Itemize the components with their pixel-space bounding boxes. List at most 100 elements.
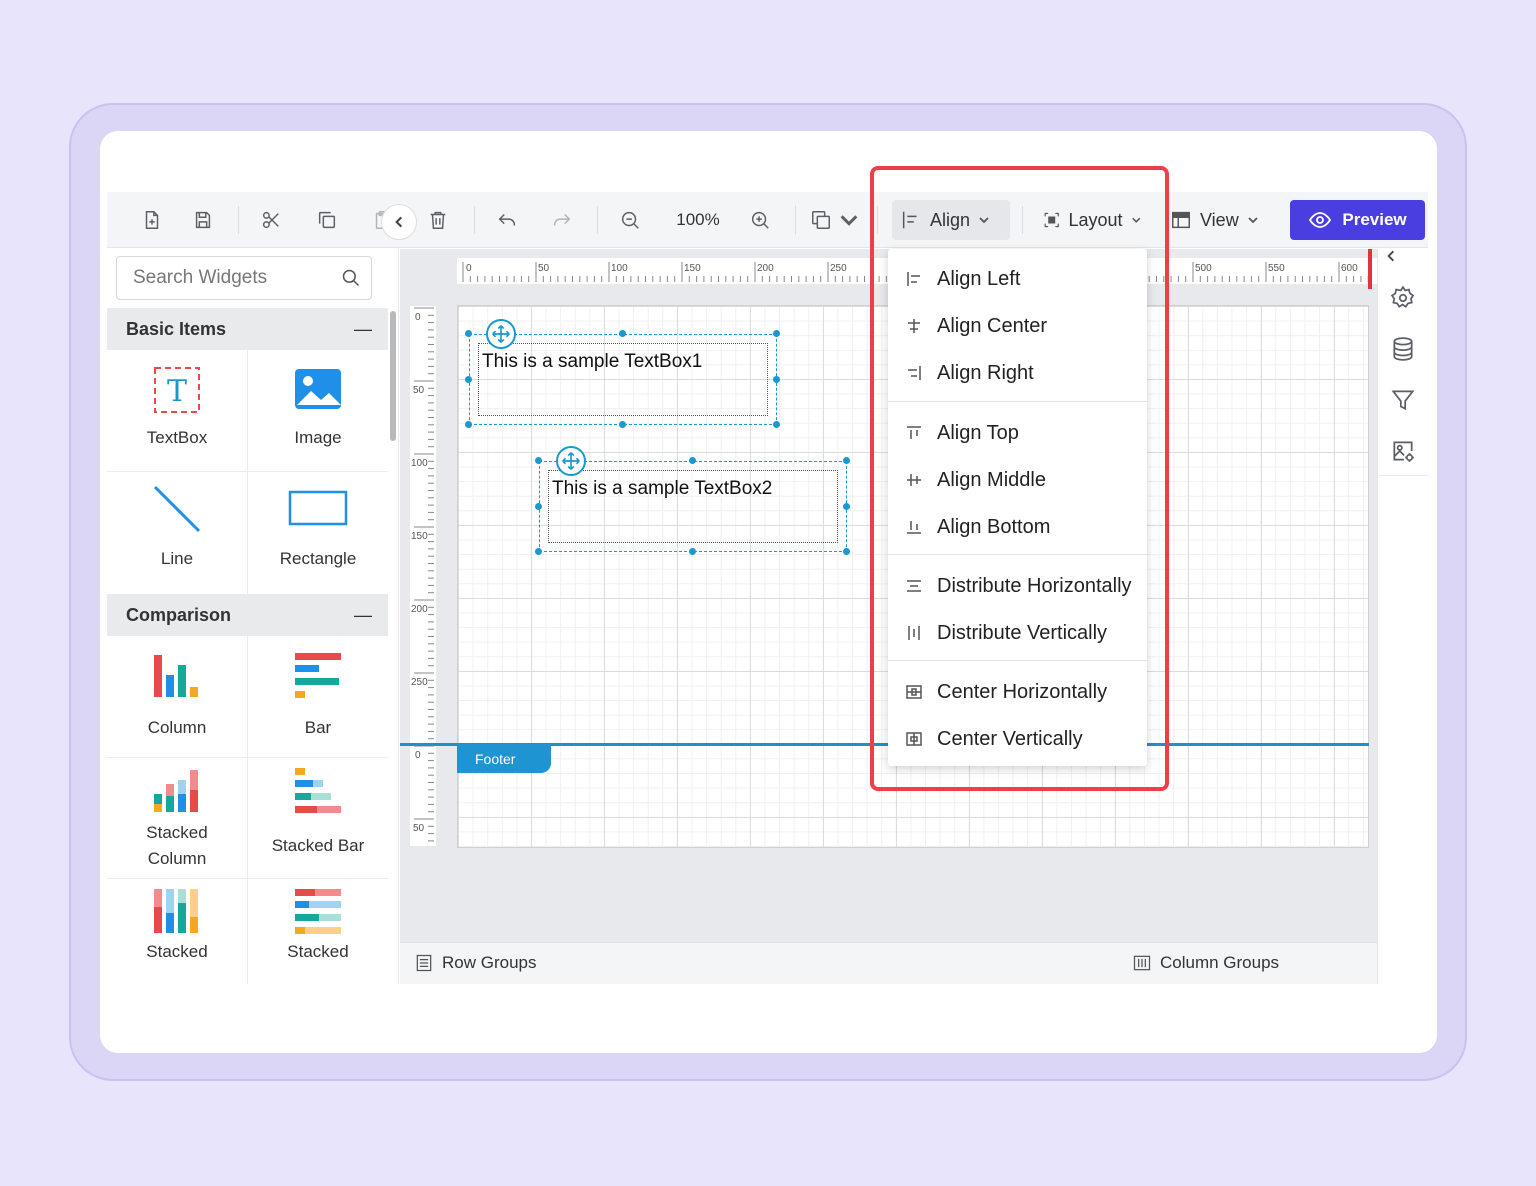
tile-divider [107,471,388,472]
resize-handle[interactable] [535,457,542,464]
ruler-label: 250 [830,263,847,274]
image-settings-icon[interactable] [1390,438,1416,464]
widget-stacked-column[interactable]: Stacked Column [107,766,247,872]
align-dropdown[interactable]: Align [892,200,1010,240]
layout-dropdown[interactable]: Layout [1035,200,1149,240]
resize-handle[interactable] [773,421,780,428]
search-icon[interactable] [341,268,361,288]
new-file-icon[interactable] [134,202,170,238]
menu-item-align-middle[interactable]: Align Middle [888,458,1147,502]
menu-item-align-center[interactable]: Align Center [888,304,1147,348]
menu-divider [888,554,1147,555]
widget-stacked-100-bar[interactable]: Stacked [248,887,388,965]
distribute-vertically-icon [908,626,920,640]
cut-icon[interactable] [253,202,289,238]
properties-sidebar [1377,249,1428,984]
toolbar-divider [877,206,878,234]
report-designer: 100% Align Layout View Preview Search Wi… [107,192,1428,984]
resize-handle[interactable] [535,548,542,555]
panel-scrollbar[interactable] [390,311,396,441]
delete-icon[interactable] [420,202,456,238]
menu-item-distribute-horizontally[interactable]: Distribute Horizontally [888,564,1147,608]
menu-item-distribute-vertically[interactable]: Distribute Vertically [888,611,1147,655]
textbox-2[interactable]: This is a sample TextBox2 [539,461,847,552]
resize-handle[interactable] [773,330,780,337]
widget-rectangle[interactable]: Rectangle [248,484,388,572]
footer-tag[interactable]: Footer [457,744,551,773]
rectangle-icon [288,490,348,526]
search-input[interactable]: Search Widgets [116,256,372,300]
copy-icon[interactable] [309,202,345,238]
stacked-100-bar-icon [295,889,341,934]
section-basic-items[interactable]: Basic Items — [107,308,388,350]
resize-handle[interactable] [843,503,850,510]
collapse-panel-button[interactable] [381,204,417,240]
toolbar-divider [795,206,796,234]
menu-item-center-horizontally[interactable]: Center Horizontally [888,670,1147,714]
view-icon [1172,211,1190,229]
widget-column[interactable]: Column [107,651,247,741]
resize-handle[interactable] [535,503,542,510]
resize-handle[interactable] [843,548,850,555]
view-dropdown[interactable]: View [1162,200,1274,240]
widget-line[interactable]: Line [107,484,247,572]
resize-handle[interactable] [465,421,472,428]
zoom-out-icon[interactable] [612,202,648,238]
menu-item-center-vertically[interactable]: Center Vertically [888,717,1147,761]
align-left-icon [907,272,920,286]
align-top-icon [907,426,921,439]
widget-stacked-100-column[interactable]: Stacked [107,887,247,965]
resize-handle[interactable] [465,376,472,383]
column-groups-button[interactable]: Column Groups [1132,953,1279,973]
section-comparison[interactable]: Comparison — [107,594,388,636]
chevron-left-icon[interactable] [1384,249,1400,269]
menu-item-align-top[interactable]: Align Top [888,411,1147,455]
textbox-icon: T [154,367,200,413]
align-center-icon [908,319,920,333]
align-right-icon [908,366,921,380]
zoom-in-icon[interactable] [742,202,778,238]
preview-button[interactable]: Preview [1290,200,1425,240]
resize-handle[interactable] [689,457,696,464]
chevron-down-icon [1131,217,1140,223]
gear-icon[interactable] [1390,285,1416,311]
widget-image[interactable]: Image [248,365,388,451]
ruler-label: 50 [413,823,425,834]
widget-bar[interactable]: Bar [248,651,388,741]
redo-icon[interactable] [544,202,580,238]
ruler-label: 100 [611,263,628,274]
ruler-label: 500 [1195,263,1212,274]
menu-item-align-right[interactable]: Align Right [888,351,1147,395]
ruler-label: 0 [415,750,421,761]
resize-handle[interactable] [619,330,626,337]
distribute-horizontally-icon [907,580,921,592]
textbox-1[interactable]: This is a sample TextBox1 [469,334,777,425]
resize-handle[interactable] [773,376,780,383]
resize-handle[interactable] [689,548,696,555]
align-bottom-icon [907,521,921,534]
toolbar-divider [1022,206,1023,234]
menu-item-align-bottom[interactable]: Align Bottom [888,505,1147,549]
move-handle-icon[interactable] [556,446,586,476]
row-groups-button[interactable]: Row Groups [414,953,536,973]
widget-textbox[interactable]: T TextBox [107,365,247,451]
chevron-down-icon [979,217,989,224]
database-icon[interactable] [1390,336,1416,362]
resize-handle[interactable] [619,421,626,428]
widget-stacked-bar[interactable]: Stacked Bar [248,766,388,859]
menu-divider [888,660,1147,661]
menu-item-align-left[interactable]: Align Left [888,257,1147,301]
collapse-icon[interactable]: — [354,605,372,626]
svg-text:T: T [167,374,187,409]
ruler-label: 50 [538,263,550,274]
resize-handle[interactable] [843,457,850,464]
filter-icon[interactable] [1390,387,1416,413]
arrange-dropdown[interactable] [807,202,863,238]
group-bar: Row Groups Column Groups [400,942,1377,984]
undo-icon[interactable] [489,202,525,238]
resize-handle[interactable] [465,330,472,337]
move-handle-icon[interactable] [486,319,516,349]
collapse-icon[interactable]: — [354,319,372,340]
scroll-indicator [1368,249,1372,289]
save-icon[interactable] [185,202,221,238]
